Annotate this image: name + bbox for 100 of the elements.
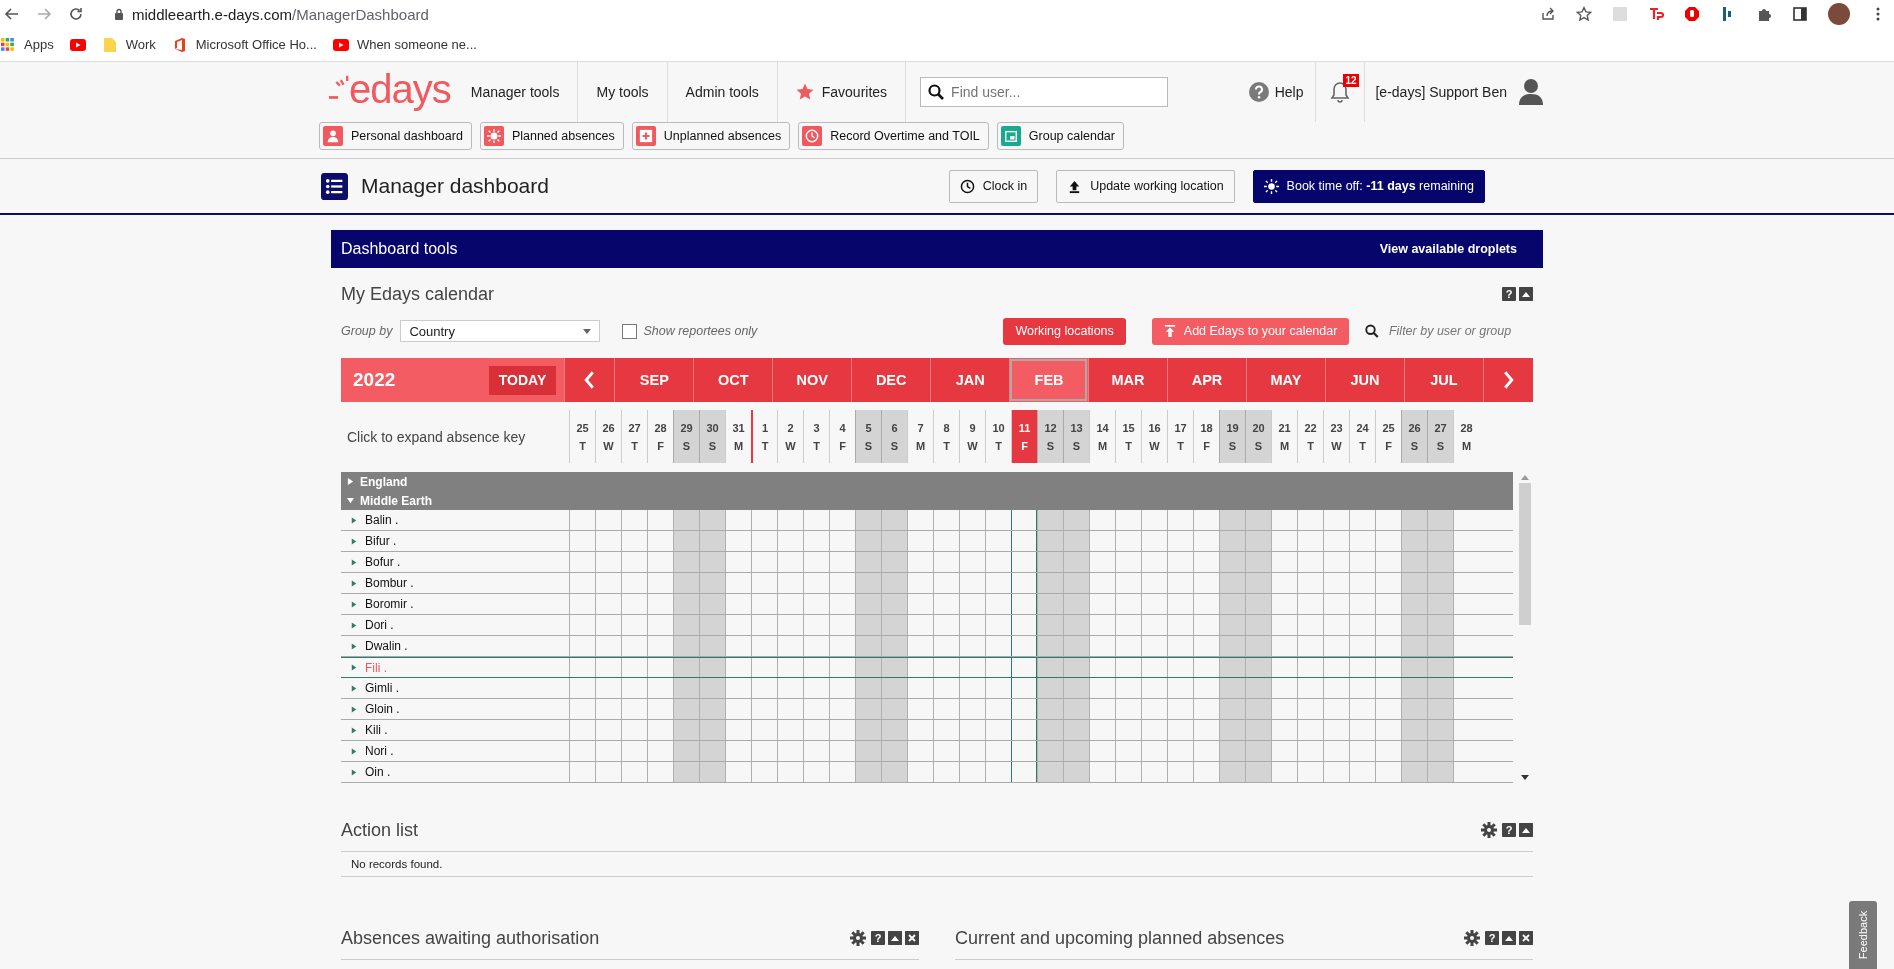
extension-icon[interactable] bbox=[1648, 6, 1664, 22]
expand-icon[interactable] bbox=[351, 747, 357, 755]
expand-icon[interactable] bbox=[351, 768, 357, 776]
stop-icon[interactable] bbox=[1684, 6, 1700, 22]
expand-icon[interactable] bbox=[351, 558, 357, 566]
bookmark[interactable] bbox=[69, 37, 86, 52]
help-button[interactable]: ? bbox=[1502, 823, 1516, 837]
quick-link-button[interactable]: Group calendar bbox=[996, 122, 1124, 150]
month-tab[interactable]: JUN bbox=[1324, 358, 1404, 402]
person-row[interactable]: Kili . bbox=[341, 720, 1513, 741]
action-button[interactable]: Book time off: -11 days remaining bbox=[1252, 169, 1485, 203]
month-tab[interactable]: OCT bbox=[693, 358, 773, 402]
expand-icon[interactable] bbox=[351, 705, 357, 713]
group-header[interactable]: Middle Earth bbox=[341, 491, 1513, 510]
month-tab[interactable]: DEC bbox=[851, 358, 931, 402]
month-tab[interactable]: MAR bbox=[1088, 358, 1168, 402]
settings-icon[interactable] bbox=[850, 930, 866, 946]
back-icon[interactable] bbox=[4, 6, 20, 22]
person-row[interactable]: Gimli . bbox=[341, 678, 1513, 699]
expand-icon[interactable] bbox=[351, 537, 357, 545]
day-header: 15 T bbox=[1115, 410, 1141, 463]
day-header: 2 W bbox=[777, 410, 803, 463]
person-row[interactable]: Bofur . bbox=[341, 552, 1513, 573]
scroll-up-icon[interactable] bbox=[1521, 475, 1529, 480]
month-tab[interactable]: JAN bbox=[930, 358, 1010, 402]
expand-icon[interactable] bbox=[351, 579, 357, 587]
group-by-select[interactable]: Country bbox=[400, 320, 601, 342]
avatar-icon[interactable] bbox=[1828, 3, 1850, 25]
share-icon[interactable] bbox=[1540, 6, 1556, 22]
group-header[interactable]: England bbox=[341, 472, 1513, 491]
next-button[interactable] bbox=[1482, 358, 1533, 402]
bookmark[interactable]: Microsoft Office Ho... bbox=[171, 37, 317, 52]
section-title: Action list bbox=[341, 819, 419, 841]
day-header: 7 M bbox=[907, 410, 933, 463]
month-tab[interactable]: APR bbox=[1167, 358, 1246, 402]
expand-icon[interactable] bbox=[351, 684, 357, 692]
person-row[interactable]: Dwalin . bbox=[341, 636, 1513, 657]
expand-icon[interactable] bbox=[351, 664, 357, 671]
help-button[interactable]: ? bbox=[1485, 931, 1499, 945]
expand-icon[interactable] bbox=[351, 516, 357, 524]
person-row[interactable]: Nori . bbox=[341, 741, 1513, 762]
help-button[interactable]: ? bbox=[1502, 287, 1516, 301]
bookmark[interactable]: Work bbox=[101, 37, 156, 52]
person-row[interactable]: Dori . bbox=[341, 615, 1513, 636]
collapse-icon[interactable] bbox=[888, 931, 902, 945]
feedback-tab[interactable]: Feedback bbox=[1849, 901, 1877, 969]
previous-button[interactable] bbox=[564, 358, 615, 402]
search-icon bbox=[928, 84, 945, 100]
close-icon[interactable] bbox=[905, 931, 919, 945]
expand-icon[interactable] bbox=[351, 726, 357, 734]
search-field[interactable]: Find user... bbox=[920, 77, 1169, 107]
month-tab[interactable]: NOV bbox=[772, 358, 852, 402]
person-row[interactable]: Gloin . bbox=[341, 699, 1513, 720]
bookmark[interactable]: Apps bbox=[0, 37, 54, 52]
person-row[interactable]: Balin . bbox=[341, 510, 1513, 531]
person-row[interactable]: Oin . bbox=[341, 762, 1513, 783]
person-row[interactable]: Bifur . bbox=[341, 531, 1513, 552]
person-row[interactable]: Bombur . bbox=[341, 573, 1513, 594]
expand-icon[interactable] bbox=[351, 621, 357, 629]
close-icon[interactable] bbox=[1519, 931, 1533, 945]
collapse-icon[interactable] bbox=[1519, 823, 1533, 837]
user-name[interactable]: [e-days] Support Ben bbox=[1375, 84, 1507, 100]
collapse-icon[interactable] bbox=[1519, 287, 1533, 301]
checkbox[interactable] bbox=[622, 323, 638, 339]
day-header: 31 M bbox=[725, 410, 751, 463]
expand-icon[interactable] bbox=[351, 600, 357, 608]
month-tab[interactable]: MAY bbox=[1246, 358, 1325, 402]
reload-icon[interactable] bbox=[68, 6, 84, 22]
help-button[interactable]: ? bbox=[871, 931, 885, 945]
address-bar[interactable]: middleearth.e-days.com/ManagerDashboard bbox=[132, 5, 429, 23]
quick-link-button[interactable]: Record Overtime and TOIL bbox=[798, 122, 989, 150]
settings-icon[interactable] bbox=[1481, 822, 1497, 838]
droplets-link[interactable]: View available droplets bbox=[1379, 242, 1517, 256]
scroll-down-icon[interactable] bbox=[1521, 775, 1529, 780]
play-icon bbox=[332, 37, 349, 52]
absence-key-toggle[interactable]: Click to expand absence key bbox=[341, 410, 569, 463]
help-link[interactable]: Help bbox=[1248, 62, 1317, 122]
month-tab[interactable]: SEP bbox=[614, 358, 694, 402]
day-header: 14 M bbox=[1089, 410, 1115, 463]
caret-icon bbox=[583, 328, 592, 334]
today-button[interactable]: TODAY bbox=[488, 365, 557, 395]
scrollbar-thumb[interactable] bbox=[1519, 483, 1531, 625]
working-locations-button[interactable]: Working locations bbox=[1003, 317, 1126, 345]
day-header: 12 S bbox=[1037, 410, 1063, 463]
action-button[interactable]: Clock in bbox=[948, 169, 1039, 203]
collapse-icon[interactable] bbox=[1502, 931, 1516, 945]
action-button[interactable]: Update working location bbox=[1056, 169, 1235, 203]
expand-icon[interactable] bbox=[351, 642, 357, 650]
filter-field[interactable]: Filter by user or group bbox=[1386, 323, 1533, 339]
quick-link-button[interactable]: Personal dashboard bbox=[319, 122, 472, 150]
puzzle-icon[interactable] bbox=[1756, 6, 1772, 22]
month-tab[interactable]: JUL bbox=[1403, 358, 1483, 402]
star-icon[interactable] bbox=[1576, 6, 1592, 22]
person-row[interactable]: Boromir . bbox=[341, 594, 1513, 615]
quick-link-button[interactable]: Unplanned absences bbox=[631, 122, 791, 150]
avatar-icon[interactable] bbox=[1519, 79, 1543, 105]
sidebar-icon[interactable] bbox=[1792, 6, 1808, 22]
bookmark[interactable]: When someone ne... bbox=[332, 37, 477, 52]
quick-link-button[interactable]: Planned absences bbox=[479, 122, 624, 150]
settings-icon[interactable] bbox=[1464, 930, 1480, 946]
